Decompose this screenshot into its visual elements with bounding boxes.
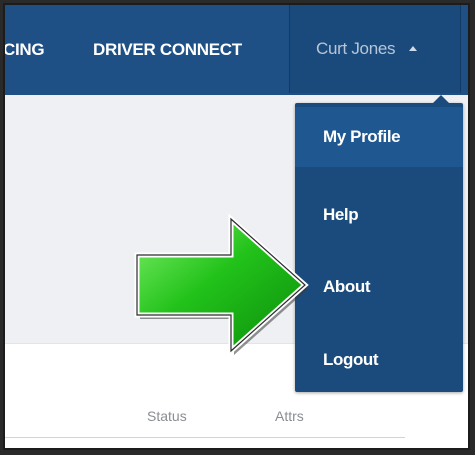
column-header-status[interactable]: Status xyxy=(147,408,187,424)
nav-item-driver-connect[interactable]: DRIVER CONNECT xyxy=(93,5,242,95)
column-header-attrs[interactable]: Attrs xyxy=(275,408,304,424)
caret-up-icon xyxy=(409,45,418,51)
green-right-arrow-icon xyxy=(134,213,309,357)
top-navbar: CING DRIVER CONNECT Curt Jones xyxy=(5,5,468,95)
user-name: Curt Jones xyxy=(316,39,396,58)
menu-item-my-profile[interactable]: My Profile xyxy=(295,107,463,167)
menu-item-about[interactable]: About xyxy=(295,257,463,317)
nav-item-partial[interactable]: CING xyxy=(5,5,45,95)
app-frame: CING DRIVER CONNECT Curt Jones Status At… xyxy=(3,3,470,450)
menu-item-logout[interactable]: Logout xyxy=(295,330,463,390)
menu-item-help[interactable]: Help xyxy=(295,185,463,245)
table-divider xyxy=(5,437,405,438)
user-menu-toggle[interactable]: Curt Jones xyxy=(289,5,461,93)
user-dropdown-menu: My Profile Help About Logout xyxy=(295,95,463,392)
